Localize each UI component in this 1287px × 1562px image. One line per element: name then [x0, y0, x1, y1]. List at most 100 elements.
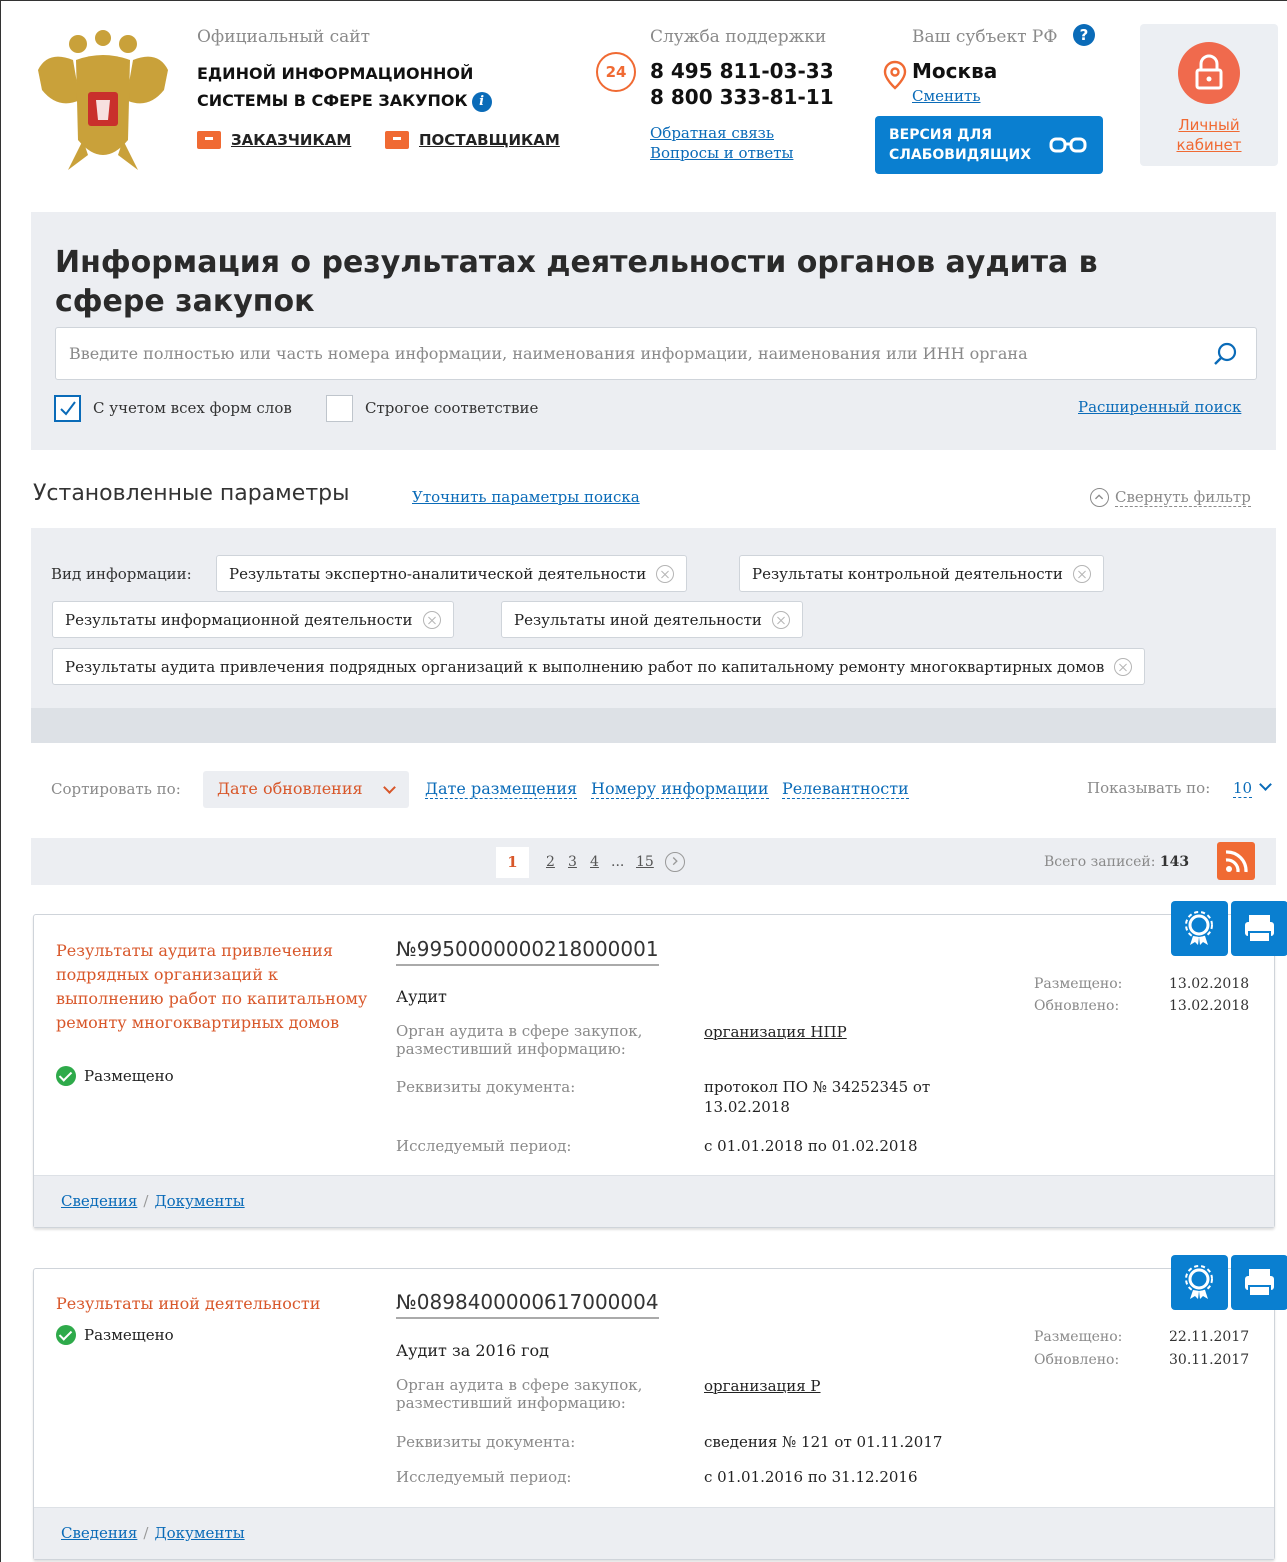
record-status: Размещено	[56, 1066, 174, 1086]
remove-chip-icon[interactable]	[422, 610, 441, 629]
strict-match-checkbox[interactable]	[326, 395, 353, 422]
rss-icon[interactable]	[1217, 842, 1255, 880]
site-name: ЕДИНОЙ ИНФОРМАЦИОННОЙ СИСТЕМЫ В СФЕРЕ ЗА…	[197, 60, 537, 114]
box-icon	[385, 131, 409, 149]
params-title: Установленные параметры	[33, 481, 350, 506]
search-box[interactable]	[55, 327, 1257, 380]
check-circle-icon	[56, 1066, 76, 1086]
page-title: Информация о результатах деятельности ор…	[55, 245, 1098, 319]
page-size-select[interactable]: 10	[1233, 779, 1253, 798]
auditor-link[interactable]: организация НПР	[704, 1022, 964, 1042]
next-page-icon[interactable]	[665, 852, 685, 872]
briefcase-icon	[197, 131, 221, 149]
print-icon	[1245, 1269, 1274, 1297]
checkmark-icon	[60, 401, 76, 416]
details-link[interactable]: Сведения	[61, 1524, 137, 1542]
all-forms-label: С учетом всех форм слов	[93, 399, 292, 417]
placed-date: 13.02.2018	[1169, 976, 1250, 992]
sort-active-select[interactable]: Дате обновления	[203, 771, 409, 808]
documents-link[interactable]: Документы	[154, 1524, 244, 1542]
filter-chip: Результаты иной деятельности	[501, 601, 803, 638]
record-number[interactable]: №0898400000617000004	[396, 1290, 659, 1319]
phone-1: 8 495 811-03-33	[650, 59, 834, 83]
remove-chip-icon[interactable]	[771, 610, 790, 629]
details-link[interactable]: Сведения	[61, 1192, 137, 1210]
print-icon	[1245, 915, 1274, 943]
auditor-link[interactable]: организация Р	[704, 1376, 964, 1396]
filter-chip: Результаты контрольной деятельности	[739, 555, 1104, 592]
requisites-value: протокол ПО № 34252345 от 13.02.2018	[704, 1078, 931, 1116]
info-icon[interactable]: i	[471, 91, 492, 112]
filter-panel-footer	[31, 708, 1276, 743]
award-button[interactable]	[1171, 901, 1228, 956]
updated-date: 30.11.2017	[1169, 1352, 1250, 1368]
filter-label: Вид информации:	[51, 565, 192, 583]
sort-by-placed[interactable]: Дате размещения	[425, 780, 578, 799]
chevron-down-icon	[383, 781, 396, 794]
search-icon[interactable]	[1212, 341, 1238, 367]
record-card: Результаты аудита привлечения подрядных …	[33, 914, 1275, 1228]
record-number[interactable]: №9950000000218000001	[396, 937, 659, 966]
filter-chip: Результаты экспертно-аналитической деяте…	[216, 555, 688, 592]
page-link[interactable]: 3	[568, 854, 577, 870]
search-input[interactable]	[69, 328, 1184, 379]
documents-link[interactable]: Документы	[154, 1192, 244, 1210]
sort-by-number[interactable]: Номеру информации	[591, 780, 769, 799]
suppliers-link[interactable]: ПОСТАВЩИКАМ	[385, 131, 560, 149]
award-icon	[1185, 911, 1213, 945]
change-region-link[interactable]: Сменить	[912, 87, 980, 105]
advanced-search-link[interactable]: Расширенный поиск	[1078, 398, 1241, 416]
low-vision-button[interactable]: ВЕРСИЯ ДЛЯ СЛАБОВИДЯЩИХ	[875, 116, 1103, 174]
print-button[interactable]	[1231, 901, 1287, 956]
period-value: с 01.01.2018 по 01.02.2018	[704, 1137, 918, 1155]
personal-cabinet[interactable]: Личный кабинет	[1140, 24, 1278, 166]
award-button[interactable]	[1171, 1255, 1228, 1310]
page-current: 1	[496, 847, 529, 878]
check-circle-icon	[56, 1325, 76, 1345]
record-footer: Сведения / Документы	[34, 1175, 1274, 1227]
all-forms-checkbox[interactable]	[54, 395, 81, 422]
page-link[interactable]: 2	[546, 854, 555, 870]
record-footer: Сведения / Документы	[34, 1507, 1274, 1559]
feedback-link[interactable]: Обратная связь	[650, 124, 774, 142]
sort-label: Сортировать по:	[51, 780, 181, 798]
record-card: Результаты иной деятельности Размещено №…	[33, 1268, 1275, 1560]
auditor-label: Орган аудита в сфере закупок, разместивш…	[396, 1022, 643, 1058]
personal-cabinet-link[interactable]: Личный кабинет	[1140, 115, 1278, 155]
phone-2: 8 800 333-81-11	[650, 85, 834, 109]
collapse-filter-link[interactable]: Свернуть фильтр	[1090, 488, 1251, 507]
placed-label: Размещено:	[1034, 1329, 1123, 1345]
requisites-value: сведения № 121 от 01.11.2017	[704, 1433, 943, 1451]
record-type: Результаты иной деятельности	[56, 1294, 321, 1313]
requisites-label: Реквизиты документа:	[396, 1433, 576, 1451]
customers-link[interactable]: ЗАКАЗЧИКАМ	[197, 131, 351, 149]
page-ellipsis: ...	[611, 854, 625, 870]
remove-chip-icon[interactable]	[1114, 657, 1133, 676]
placed-date: 22.11.2017	[1169, 1329, 1250, 1345]
pin-icon	[883, 60, 907, 90]
record-subject: Аудит за 2016 год	[396, 1341, 550, 1360]
refine-search-link[interactable]: Уточнить параметры поиска	[412, 488, 640, 506]
print-button[interactable]	[1231, 1255, 1287, 1310]
period-value: с 01.01.2016 по 31.12.2016	[704, 1468, 918, 1486]
remove-chip-icon[interactable]	[1072, 564, 1091, 583]
chevron-up-icon	[1090, 488, 1109, 507]
page-link[interactable]: 4	[590, 854, 599, 870]
faq-link[interactable]: Вопросы и ответы	[650, 144, 793, 162]
filter-chip: Результаты аудита привлечения подрядных …	[52, 648, 1146, 685]
requisites-label: Реквизиты документа:	[396, 1078, 576, 1096]
support-24-icon: 24	[596, 52, 636, 92]
record-subject: Аудит	[396, 987, 447, 1006]
glasses-icon	[1049, 137, 1087, 153]
city-name: Москва	[912, 59, 998, 83]
lock-icon	[1178, 42, 1240, 104]
help-icon[interactable]: ?	[1073, 24, 1095, 46]
site-label: Официальный сайт	[197, 27, 371, 47]
remove-chip-icon[interactable]	[656, 564, 675, 583]
sort-by-relevance[interactable]: Релевантности	[782, 780, 909, 799]
filter-chip: Результаты информационной деятельности	[52, 601, 454, 638]
record-status: Размещено	[56, 1325, 174, 1345]
support-label: Служба поддержки	[650, 27, 827, 47]
updated-label: Обновлено:	[1034, 998, 1120, 1014]
page-link[interactable]: 15	[636, 854, 654, 870]
